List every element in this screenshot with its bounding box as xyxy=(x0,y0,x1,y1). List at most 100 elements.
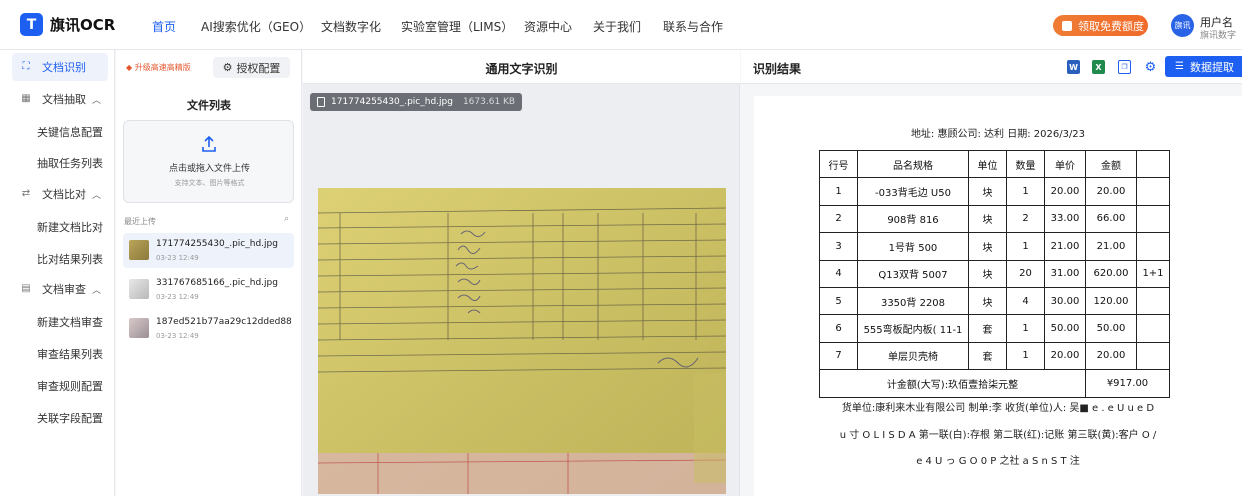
table-cell: 21.00 xyxy=(1044,232,1086,261)
table-cell: 66.00 xyxy=(1085,204,1137,234)
table-cell: 555弯板配内板( 11-1 xyxy=(857,314,969,343)
table-cell: 620.00 xyxy=(1085,259,1137,288)
table-cell: 50.00 xyxy=(1044,314,1086,343)
table-row: 5 3350背 2208 块 4 30.00 120.00 xyxy=(819,286,1170,316)
file-item[interactable]: 187ed521b77aa29c12dded88... 03-23 12:49 xyxy=(123,311,294,346)
data-extract-button[interactable]: ☰ 数据提取 xyxy=(1165,56,1242,77)
table-cell: 20.00 xyxy=(1044,341,1086,371)
list-icon: ☰ xyxy=(1175,61,1184,72)
nav-geo[interactable]: AI搜索优化（GEO） xyxy=(201,18,311,35)
diamond-icon: ◆ xyxy=(126,63,133,72)
file-time: 03-23 12:49 xyxy=(156,332,199,340)
auth-config-button[interactable]: ⚙ 授权配置 xyxy=(213,57,290,78)
sidebar-subitem-new-compare[interactable]: 新建文档比对 xyxy=(37,219,103,235)
sidebar-subitem-key-info[interactable]: 关键信息配置 xyxy=(37,124,103,140)
sidebar-item-ocr[interactable]: ⛶ 文档识别 xyxy=(12,53,108,81)
nav-contact[interactable]: 联系与合作 xyxy=(663,18,723,35)
receipt-photo-image xyxy=(318,188,726,494)
table-cell xyxy=(1136,204,1170,234)
app-logo[interactable]: T 旗讯OCR xyxy=(20,13,115,36)
settings-icon[interactable]: ⚙ xyxy=(1144,60,1157,75)
nav-about[interactable]: 关于我们 xyxy=(593,18,641,35)
table-header-cell xyxy=(1136,149,1170,179)
file-thumbnail xyxy=(129,240,149,260)
table-cell: 120.00 xyxy=(1085,286,1137,316)
sidebar-item-compare[interactable]: ⇄ 文档比对 ︿ xyxy=(12,180,108,208)
table-cell: 3 xyxy=(819,232,858,261)
table-cell: 1 xyxy=(1006,314,1045,343)
table-cell: 4 xyxy=(1006,286,1045,316)
table-cell: 21.00 xyxy=(1085,232,1137,261)
sidebar-item-label: 文档识别 xyxy=(42,61,86,74)
document-icon xyxy=(317,97,325,107)
file-item[interactable]: 171774255430_.pic_hd.jpg 03-23 12:49 xyxy=(123,233,294,268)
sidebar-subitem-review-results[interactable]: 审查结果列表 xyxy=(37,346,103,362)
nav-digitization[interactable]: 文档数字化 xyxy=(321,18,381,35)
app-name: 旗讯OCR xyxy=(50,16,116,34)
table-cell: 20.00 xyxy=(1085,341,1137,371)
file-time: 03-23 12:49 xyxy=(156,293,199,301)
sidebar-subitem-new-review[interactable]: 新建文档审查 xyxy=(37,314,103,330)
preview-title: 通用文字识别 xyxy=(485,62,558,76)
footer-line: 货单位:康利来木业有限公司 制单:李 收货(单位)人: 吴■ e . e U u… xyxy=(841,403,1155,414)
table-cell xyxy=(1136,232,1170,261)
table-cell: 20.00 xyxy=(1044,177,1086,206)
table-cell: 块 xyxy=(968,204,1007,234)
table-row: 3 1号背 500 块 1 21.00 21.00 xyxy=(819,232,1170,261)
free-quota-button[interactable]: 领取免费额度 xyxy=(1053,15,1148,36)
recent-uploads-label: 最近上传 xyxy=(124,217,156,226)
table-cell: 4 xyxy=(819,259,858,288)
file-item[interactable]: 331767685166_.pic_hd.jpg 03-23 12:49 xyxy=(123,272,294,307)
free-quota-label: 领取免费额度 xyxy=(1078,19,1144,33)
auth-config-label: 授权配置 xyxy=(236,61,281,75)
table-cell: 30.00 xyxy=(1044,286,1086,316)
upload-main-text: 点击或拖入文件上传 xyxy=(168,164,250,174)
preview-panel: 通用文字识别 171774255430_.pic_hd.jpg 1673.61 … xyxy=(303,50,740,496)
avatar[interactable]: 旗讯 xyxy=(1171,14,1194,37)
table-cell: 908背 816 xyxy=(857,204,969,234)
table-header-cell: 数量 xyxy=(1006,149,1045,179)
table-cell: 20 xyxy=(1006,259,1045,288)
table-cell xyxy=(1136,314,1170,343)
table-header-cell: 品名规格 xyxy=(857,149,969,179)
nav-resources[interactable]: 资源中心 xyxy=(524,18,572,35)
address-line: 地址: 惠顾公司: 达利 日期: 2026/3/23 xyxy=(910,129,1086,140)
upload-sub-text: 支持文本、图片等格式 xyxy=(174,179,245,187)
file-chip: 171774255430_.pic_hd.jpg 1673.61 KB xyxy=(310,93,523,111)
search-icon[interactable]: ⌕ xyxy=(284,214,289,224)
chevron-up-icon: ︿ xyxy=(92,190,102,201)
file-chip-name: 171774255430_.pic_hd.jpg xyxy=(331,97,453,107)
table-cell xyxy=(1136,341,1170,371)
excel-export-icon[interactable]: X xyxy=(1092,60,1105,74)
nav-home[interactable]: 首页 xyxy=(152,18,176,35)
sidebar-item-extract[interactable]: ▦ 文档抽取 ︿ xyxy=(12,85,108,113)
upload-dropzone[interactable]: 点击或拖入文件上传 支持文本、图片等格式 xyxy=(123,120,294,203)
table-cell: 1 xyxy=(819,177,858,206)
upgrade-link[interactable]: ◆ 升级高速高精版 xyxy=(126,62,191,73)
table-header-cell: 单价 xyxy=(1044,149,1086,179)
sidebar-subitem-linked-fields[interactable]: 关联字段配置 xyxy=(37,410,103,426)
sidebar-item-label: 文档抽取 xyxy=(42,93,86,106)
copy-icon[interactable]: ❐ xyxy=(1118,60,1131,74)
file-list-title: 文件列表 xyxy=(187,99,231,112)
table-cell xyxy=(1136,286,1170,316)
nav-lims[interactable]: 实验室管理（LIMS） xyxy=(401,18,513,35)
sidebar-item-review[interactable]: ▤ 文档审查 ︿ xyxy=(12,275,108,303)
footer-line: u 寸 O L I S D A 第一联(白):存根 第二联(红):记账 第三联(… xyxy=(839,430,1157,441)
document-icon: ▤ xyxy=(21,283,31,294)
gift-icon xyxy=(1062,20,1072,31)
sidebar-subitem-compare-results[interactable]: 比对结果列表 xyxy=(37,251,103,267)
total-label-cell: 计金额(大写):玖佰壹拾柒元整 xyxy=(819,369,1086,398)
sidebar-subitem-extract-tasks[interactable]: 抽取任务列表 xyxy=(37,155,103,171)
total-value-cell: ¥917.00 xyxy=(1085,369,1170,398)
table-cell: 1+1 xyxy=(1136,259,1170,288)
table-row: 2 908背 816 块 2 33.00 66.00 xyxy=(819,204,1170,234)
file-name: 331767685166_.pic_hd.jpg xyxy=(156,278,278,288)
file-name: 171774255430_.pic_hd.jpg xyxy=(156,239,278,249)
table-cell: Q13双背 5007 xyxy=(857,259,969,288)
table-cell: 2 xyxy=(819,204,858,234)
word-export-icon[interactable]: W xyxy=(1067,60,1080,74)
table-cell: 3350背 2208 xyxy=(857,286,969,316)
sidebar-subitem-review-rules[interactable]: 审查规则配置 xyxy=(37,378,103,394)
table-header-row: 行号 品名规格 单位 数量 单价 金额 xyxy=(819,149,1170,179)
